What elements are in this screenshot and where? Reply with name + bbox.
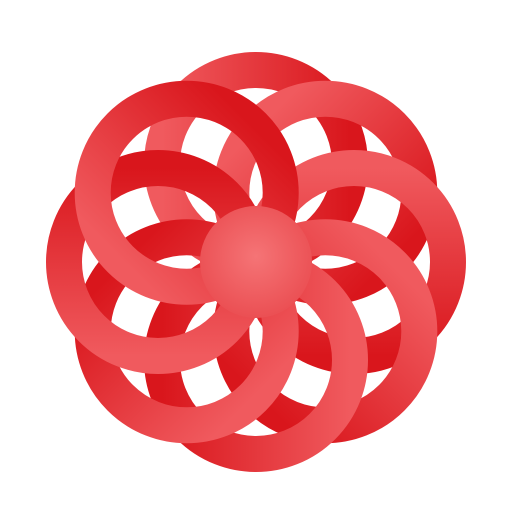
rosette-logo-icon (46, 52, 466, 472)
center-disc (200, 206, 312, 318)
app-icon-canvas (0, 0, 512, 512)
